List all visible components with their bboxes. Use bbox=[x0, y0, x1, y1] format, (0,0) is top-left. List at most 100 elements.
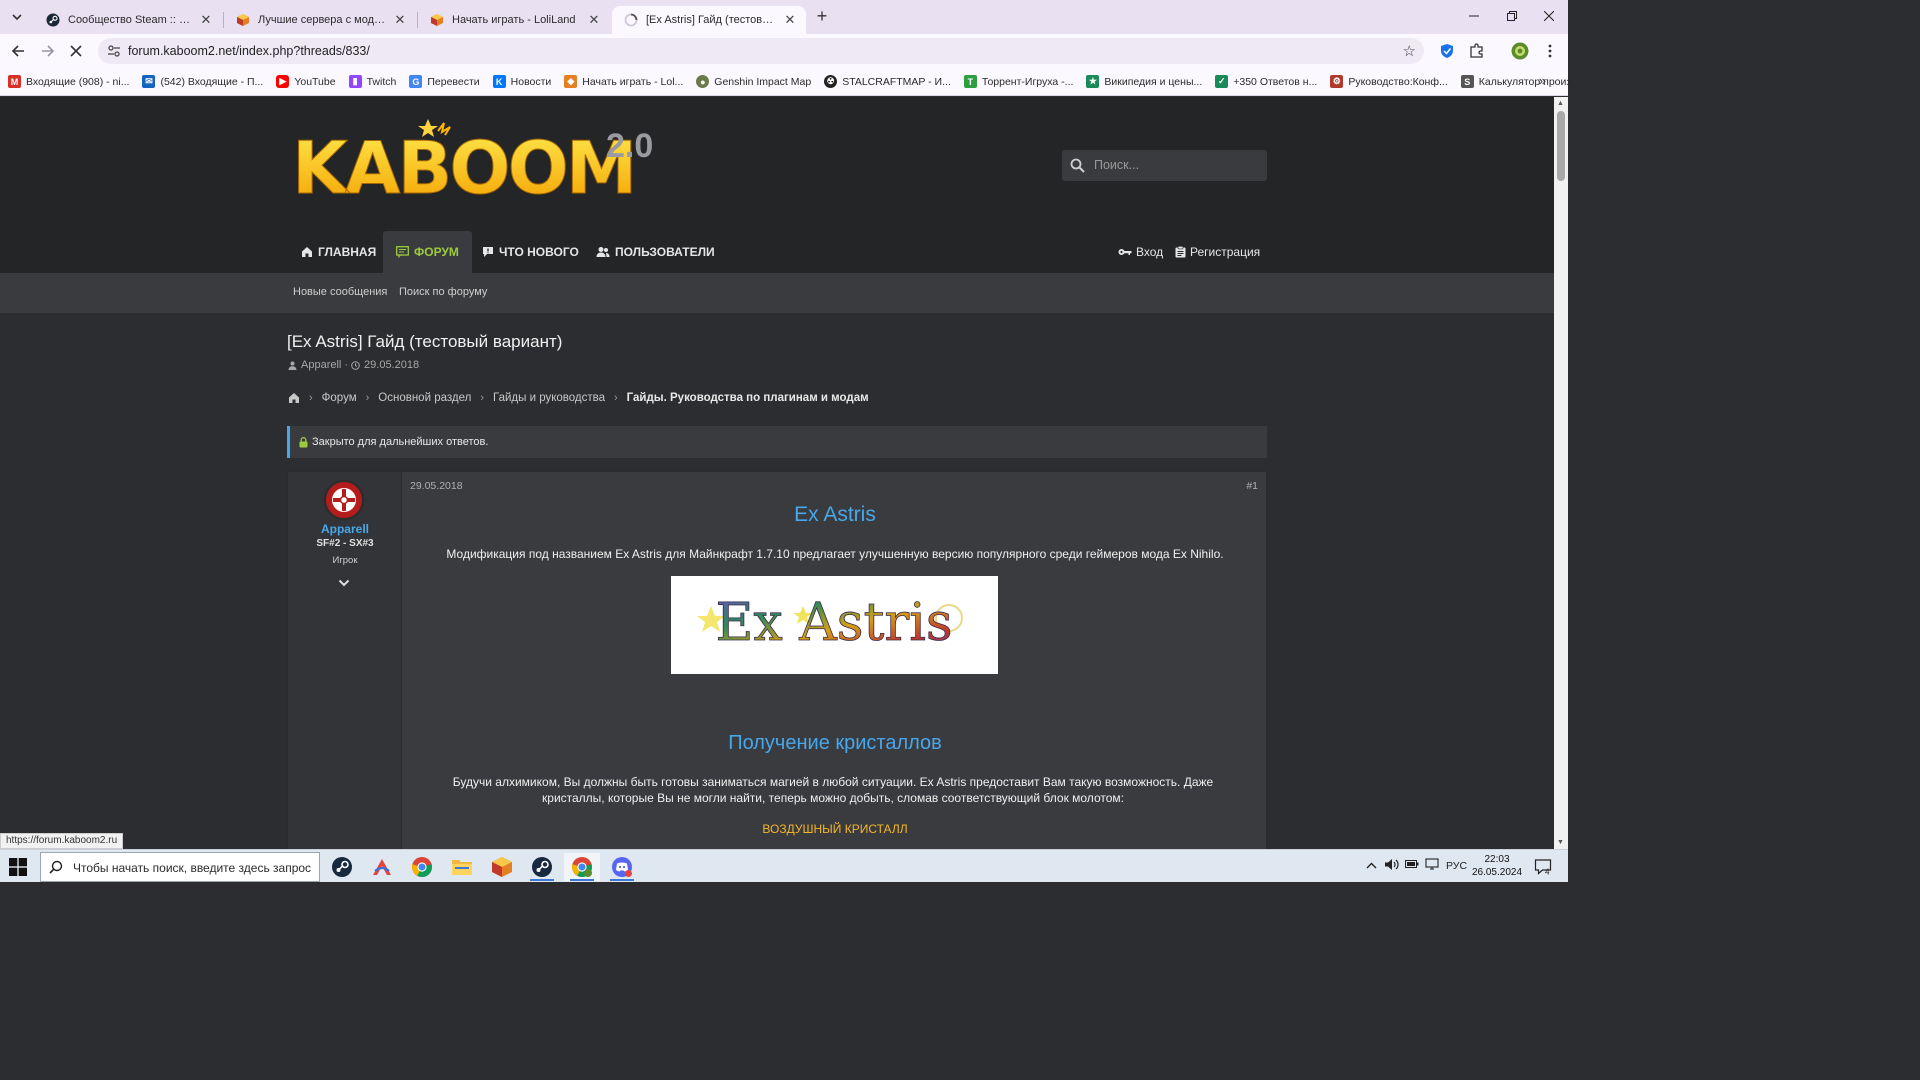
bookmark-label: +350 Ответов н... bbox=[1233, 75, 1318, 88]
bookmark-item[interactable]: ● Genshin Impact Map bbox=[696, 75, 811, 88]
bookmark-label: Twitch bbox=[366, 75, 397, 88]
tab-search-chevron-icon[interactable] bbox=[6, 6, 28, 28]
taskbar-discord-app[interactable] bbox=[604, 853, 640, 881]
meta-separator: · bbox=[344, 359, 349, 371]
breadcrumb-current[interactable]: Гайды. Руководства по плагинам и модам bbox=[627, 392, 869, 404]
url-text[interactable]: forum.kaboom2.net/index.php?threads/833/ bbox=[128, 44, 370, 58]
close-tab-icon[interactable]: ✕ bbox=[198, 12, 214, 28]
thread-date[interactable]: 29.05.2018 bbox=[364, 359, 419, 371]
breadcrumb-item[interactable]: Форум bbox=[322, 392, 357, 404]
expand-user-info-chevron-icon[interactable] bbox=[334, 574, 354, 592]
site-settings-icon[interactable] bbox=[106, 43, 122, 59]
network-icon[interactable] bbox=[1425, 858, 1439, 873]
battery-icon[interactable] bbox=[1405, 858, 1419, 873]
profile-avatar-icon[interactable] bbox=[1510, 41, 1530, 61]
login-link[interactable]: Вход bbox=[1118, 231, 1163, 273]
taskbar-steam-app[interactable] bbox=[324, 853, 360, 881]
bookmark-item[interactable]: M Входящие (908) - ni... bbox=[8, 75, 129, 88]
bookmark-label: (542) Входящие - П... bbox=[160, 75, 264, 88]
bookmark-item[interactable]: ▮ Twitch bbox=[348, 75, 397, 88]
address-bar[interactable]: forum.kaboom2.net/index.php?threads/833/… bbox=[98, 38, 1424, 64]
taskbar-search-box[interactable]: Чтобы начать поиск, введите здесь запрос bbox=[40, 852, 320, 882]
breadcrumb-item[interactable]: Гайды и руководства bbox=[493, 392, 605, 404]
avatar[interactable] bbox=[324, 480, 364, 520]
bookmark-item[interactable]: ☢ STALCRAFTMAP - И... bbox=[824, 75, 951, 88]
taskbar-chrome-app[interactable] bbox=[404, 853, 440, 881]
extension-shield-icon[interactable] bbox=[1437, 41, 1457, 61]
bookmark-star-icon[interactable]: ☆ bbox=[1403, 42, 1416, 60]
bookmark-item[interactable]: ★ Википедия и цены... bbox=[1086, 75, 1202, 88]
taskbar-chrome-app-active[interactable] bbox=[564, 853, 600, 881]
browser-tab[interactable]: Начать играть - LoliLand ✕ bbox=[418, 6, 610, 34]
post-intro: Модификация под названием Ex Astris для … bbox=[446, 547, 1224, 561]
volume-icon[interactable] bbox=[1384, 858, 1399, 874]
tray-overflow-chevron-icon[interactable] bbox=[1366, 858, 1377, 872]
subnav-search-forum[interactable]: Поиск по форуму bbox=[399, 286, 487, 298]
more-bookmarks-chevron-icon[interactable]: » bbox=[1539, 73, 1546, 88]
mail-icon: ✉ bbox=[142, 75, 156, 88]
windows-start-icon[interactable] bbox=[8, 857, 28, 877]
nav-users[interactable]: Пользователи bbox=[583, 231, 728, 273]
bookmark-item[interactable]: ▶ YouTube bbox=[276, 75, 336, 88]
page-viewport: KABOOM 2.0 Главная Форум bbox=[0, 97, 1554, 849]
scrollbar-thumb[interactable] bbox=[1557, 111, 1565, 181]
subnav-new-posts[interactable]: Новые сообщения bbox=[293, 286, 387, 298]
bookmark-item[interactable]: ✓ +350 Ответов н... bbox=[1215, 75, 1317, 88]
discord-icon bbox=[611, 856, 633, 878]
breadcrumb-chevron-icon: › bbox=[309, 392, 313, 404]
bookmark-item[interactable]: G Перевести bbox=[409, 75, 480, 88]
close-tab-icon[interactable]: ✕ bbox=[586, 12, 602, 28]
scroll-up-arrow-icon[interactable]: ▲ bbox=[1557, 100, 1564, 107]
bookmark-item[interactable]: K Новости bbox=[492, 75, 551, 88]
bookmark-item[interactable]: S Калькулятор произ... bbox=[1460, 75, 1580, 88]
browser-menu-icon[interactable] bbox=[1540, 41, 1560, 61]
restore-window-icon[interactable] bbox=[1497, 5, 1527, 27]
bookmark-item[interactable]: ✉ (542) Входящие - П... bbox=[142, 75, 263, 88]
close-tab-icon[interactable]: ✕ bbox=[392, 12, 408, 28]
nav-home[interactable]: Главная bbox=[288, 231, 389, 273]
post-permalink[interactable]: #1 bbox=[1246, 480, 1258, 492]
loading-spinner-icon bbox=[624, 13, 638, 27]
post-date[interactable]: 29.05.2018 bbox=[410, 480, 463, 492]
radiation-icon: ☢ bbox=[824, 75, 838, 88]
bookmark-item[interactable]: ◆ Начать играть - Lol... bbox=[564, 75, 683, 88]
close-tab-icon[interactable]: ✕ bbox=[782, 12, 798, 28]
nav-whats-new[interactable]: Что нового bbox=[469, 231, 592, 273]
notification-center-icon[interactable]: 4 bbox=[1532, 857, 1554, 877]
thread-closed-notice: Закрыто для дальнейших ответов. bbox=[287, 426, 1267, 458]
post-username[interactable]: Apparell bbox=[288, 522, 402, 536]
bookmark-item[interactable]: T Торрент-Игруха -... bbox=[963, 75, 1073, 88]
search-input[interactable] bbox=[1094, 154, 1260, 176]
nav-forum[interactable]: Форум bbox=[383, 231, 472, 273]
breadcrumb-item[interactable]: Основной раздел bbox=[378, 392, 471, 404]
breadcrumb-chevron-icon: › bbox=[614, 392, 618, 404]
taskbar-explorer-app[interactable] bbox=[444, 853, 480, 881]
arc-icon bbox=[371, 856, 393, 878]
language-indicator[interactable]: РУС bbox=[1446, 860, 1467, 872]
forward-arrow-icon[interactable] bbox=[37, 40, 59, 62]
scroll-down-arrow-icon[interactable]: ▼ bbox=[1557, 839, 1564, 846]
page-scrollbar[interactable]: ▲ ▼ bbox=[1554, 97, 1568, 849]
bookmark-item[interactable]: ⚙ Руководство:Конф... bbox=[1330, 75, 1448, 88]
kaboom-logo[interactable]: KABOOM 2.0 bbox=[290, 117, 670, 207]
minimize-window-icon[interactable] bbox=[1459, 5, 1489, 27]
browser-tab[interactable]: Сообщество Steam :: Кто может подсказать… bbox=[34, 6, 222, 34]
home-icon[interactable] bbox=[288, 392, 300, 404]
browser-tab[interactable]: Лучшие сервера с модами - LoliLand ✕ bbox=[224, 6, 416, 34]
users-icon bbox=[596, 246, 610, 258]
site-search[interactable] bbox=[1062, 150, 1267, 181]
browser-tab-active[interactable]: [Ex Astris] Гайд (тестовый вариант) ✕ bbox=[612, 6, 806, 34]
search-icon[interactable] bbox=[1068, 156, 1086, 174]
taskbar-loliland-app[interactable] bbox=[484, 853, 520, 881]
genshin-icon: ● bbox=[696, 75, 710, 88]
back-arrow-icon[interactable] bbox=[7, 40, 29, 62]
register-link[interactable]: Регистрация bbox=[1175, 231, 1260, 273]
new-tab-plus-icon[interactable]: + bbox=[812, 6, 832, 26]
close-window-icon[interactable] bbox=[1534, 5, 1564, 27]
taskbar-arc-app[interactable] bbox=[364, 853, 400, 881]
taskbar-steam-app-running[interactable] bbox=[524, 853, 560, 881]
taskbar-clock[interactable]: 22:03 26.05.2024 bbox=[1470, 853, 1524, 879]
stop-loading-icon[interactable] bbox=[65, 40, 87, 62]
extensions-puzzle-icon[interactable] bbox=[1467, 41, 1487, 61]
thread-author[interactable]: Apparell bbox=[301, 359, 341, 371]
